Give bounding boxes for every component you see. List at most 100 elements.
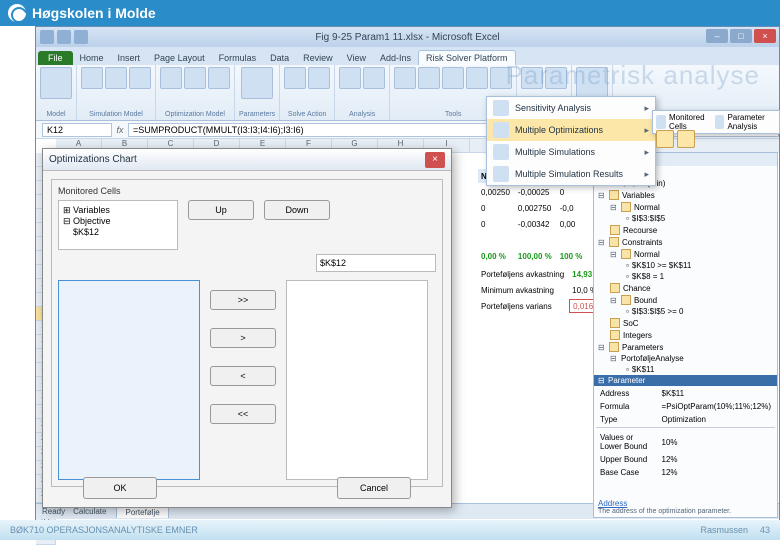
model-icon[interactable] <box>40 67 72 99</box>
pane-node-constraints[interactable]: ⊟Constraints <box>594 236 777 248</box>
pane-param-group[interactable]: ⊟PortoføljeAnalyse <box>594 353 777 364</box>
pane-param-leaf[interactable]: ▫ $K$11 <box>594 364 777 375</box>
close-button[interactable]: × <box>754 29 776 43</box>
pane-bound-1[interactable]: ▫ $I$3:$I$5 >= 0 <box>594 306 777 317</box>
down-button[interactable]: Down <box>264 200 330 220</box>
help-link[interactable]: Address <box>598 499 627 508</box>
cell-ref-input[interactable] <box>316 254 436 272</box>
tree-node-variables[interactable]: ⊞ Variables <box>63 205 173 216</box>
dist-icon[interactable] <box>442 67 464 89</box>
cell[interactable]: 0,002750 <box>515 201 555 215</box>
refresh-icon[interactable] <box>677 130 695 148</box>
move-all-left-button[interactable]: << <box>210 404 276 424</box>
move-right-button[interactable]: > <box>210 328 276 348</box>
correlations-icon[interactable] <box>105 67 127 89</box>
pane-node-normal[interactable]: ⊟Normal <box>594 201 777 213</box>
cell-label[interactable]: Minimum avkastning <box>478 283 567 297</box>
menu-multiple-sim-results[interactable]: Multiple Simulation Results▸ <box>487 163 655 185</box>
cell[interactable]: 0,00 % <box>478 249 513 263</box>
property-grid[interactable]: Address$K$11 Formula=PsiOptParam(10%;11%… <box>594 386 777 480</box>
tools-icon[interactable] <box>466 67 488 89</box>
tab-formulas[interactable]: Formulas <box>212 51 264 65</box>
pane-node-soc[interactable]: SoC <box>594 317 777 329</box>
options-icon[interactable] <box>545 67 567 89</box>
cell[interactable]: -0,00342 <box>515 217 555 231</box>
pane-node-variables[interactable]: ⊟Variables <box>594 189 777 201</box>
pane-node-chance[interactable]: Chance <box>594 282 777 294</box>
name-box[interactable]: K12 <box>42 123 112 137</box>
pane-var-range[interactable]: ▫ $I$3:$I$5 <box>594 213 777 224</box>
distributions-icon[interactable] <box>81 67 103 89</box>
qat-save-icon[interactable] <box>40 30 54 44</box>
target-listbox[interactable] <box>286 280 428 480</box>
tab-risk-solver[interactable]: Risk Solver Platform <box>418 50 516 65</box>
tab-review[interactable]: Review <box>296 51 340 65</box>
move-left-button[interactable]: < <box>210 366 276 386</box>
solver-task-pane[interactable]: Optimization ⊟Objective ▫ $K$12 (Min) ⊟V… <box>593 152 778 518</box>
cell[interactable]: 0 <box>478 201 513 215</box>
results-icon[interactable] <box>129 67 151 89</box>
tree-node-objective[interactable]: ⊟ Objective <box>63 216 173 227</box>
menu-multiple-optimizations[interactable]: Multiple Optimizations▸ <box>487 119 655 141</box>
submenu-parameter-analysis[interactable]: Parameter Analysis <box>715 113 776 131</box>
loadsave-icon[interactable] <box>521 67 543 89</box>
simulate-icon[interactable] <box>284 67 306 89</box>
decisions-icon[interactable] <box>160 67 182 89</box>
prop-val[interactable]: =PsiOptParam(10%;11%;12%) <box>658 401 775 412</box>
maximize-button[interactable]: □ <box>730 29 752 43</box>
submenu-monitored-cells[interactable]: Monitored Cells <box>656 113 709 131</box>
submenu-action-icons[interactable] <box>656 130 695 148</box>
fit-icon[interactable] <box>418 67 440 89</box>
pane-constraint-1[interactable]: ▫ $K$10 >= $K$11 <box>594 260 777 271</box>
tree-leaf[interactable]: $K$12 <box>73 227 173 237</box>
charts-icon[interactable] <box>363 67 385 89</box>
prop-val[interactable]: 10% <box>658 432 775 452</box>
cell-label[interactable]: Porteføljens varians <box>478 299 567 313</box>
prop-val[interactable]: 12% <box>658 454 775 465</box>
dialog-titlebar[interactable]: Optimizations Chart × <box>43 149 451 171</box>
pane-node-c-normal[interactable]: ⊟Normal <box>594 248 777 260</box>
move-all-right-button[interactable]: >> <box>210 290 276 310</box>
cell[interactable]: -0,0 <box>557 201 586 215</box>
menu-sensitivity[interactable]: Sensitivity Analysis▸ <box>487 97 655 119</box>
cell[interactable]: 100,00 % <box>515 249 555 263</box>
premium-icon[interactable] <box>490 67 512 89</box>
cell[interactable]: 0,00250 <box>478 185 513 199</box>
source-listbox[interactable] <box>58 280 200 480</box>
optimize-icon[interactable] <box>308 67 330 89</box>
minimize-button[interactable]: – <box>706 29 728 43</box>
up-button[interactable]: Up <box>188 200 254 220</box>
tab-view[interactable]: View <box>340 51 373 65</box>
prop-val[interactable]: 12% <box>658 467 775 478</box>
pane-constraint-2[interactable]: ▫ $K$8 = 1 <box>594 271 777 282</box>
tab-page-layout[interactable]: Page Layout <box>147 51 212 65</box>
tab-insert[interactable]: Insert <box>111 51 148 65</box>
prop-val[interactable]: $K$11 <box>658 388 775 399</box>
cell[interactable]: 0 <box>557 185 586 199</box>
tab-home[interactable]: Home <box>73 51 111 65</box>
ok-button[interactable]: OK <box>83 477 157 499</box>
objective-icon[interactable] <box>208 67 230 89</box>
quick-access-toolbar[interactable] <box>40 30 88 44</box>
delete-icon[interactable] <box>656 130 674 148</box>
fx-icon[interactable]: fx <box>112 125 128 135</box>
parameters-icon[interactable] <box>241 67 273 99</box>
tab-data[interactable]: Data <box>263 51 296 65</box>
dialog-close-button[interactable]: × <box>425 152 445 168</box>
menu-multiple-simulations[interactable]: Multiple Simulations▸ <box>487 141 655 163</box>
cell[interactable]: 0,00 <box>557 217 586 231</box>
cell[interactable]: 0 <box>478 217 513 231</box>
pane-node-bound[interactable]: ⊟Bound <box>594 294 777 306</box>
cell[interactable]: 100 % <box>557 249 586 263</box>
pane-node-recourse[interactable]: Recourse <box>594 224 777 236</box>
cells-tree[interactable]: ⊞ Variables ⊟ Objective $K$12 <box>58 200 178 250</box>
prop-val[interactable]: Optimization <box>658 414 775 425</box>
decision-tree-icon[interactable] <box>394 67 416 89</box>
file-tab[interactable]: File <box>38 51 73 65</box>
cancel-button[interactable]: Cancel <box>337 477 411 499</box>
help-icon[interactable] <box>576 67 608 99</box>
cell[interactable]: -0,00025 <box>515 185 555 199</box>
charts-dropdown-menu[interactable]: Sensitivity Analysis▸ Multiple Optimizat… <box>486 96 656 186</box>
reports-icon[interactable] <box>339 67 361 89</box>
qat-redo-icon[interactable] <box>74 30 88 44</box>
